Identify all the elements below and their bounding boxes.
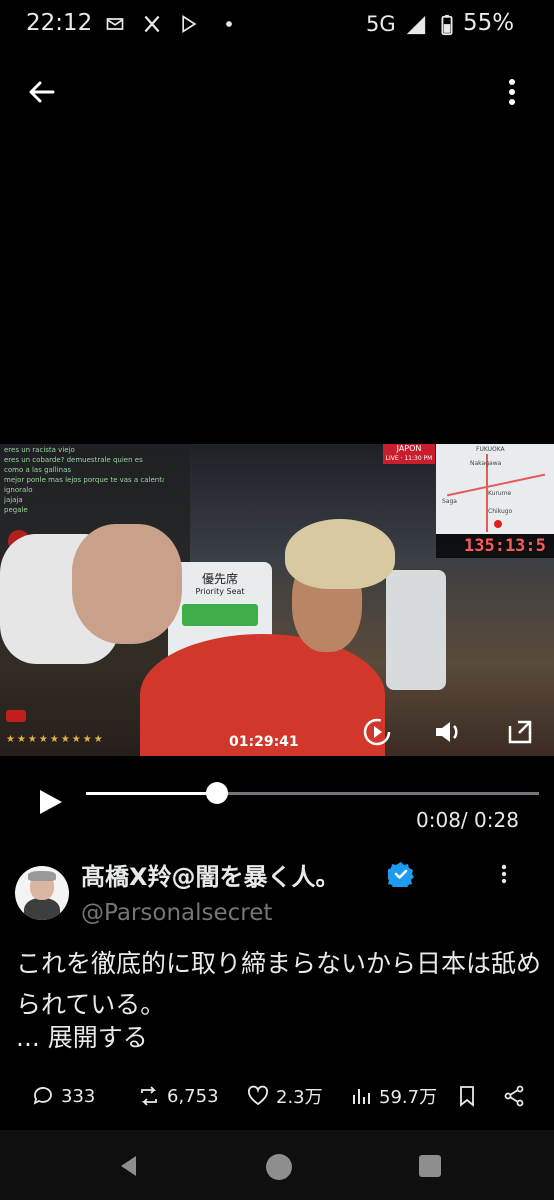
- play-store-icon: [178, 14, 200, 36]
- repost-button[interactable]: 6,753: [137, 1080, 219, 1112]
- chat-line: jajaja: [4, 496, 23, 504]
- arrow-left-icon: [29, 81, 55, 103]
- status-bar: 22:12 5G 55%: [0, 0, 554, 50]
- raised-hand: [72, 524, 182, 644]
- video-player[interactable]: eres un racista viejo eres un cobarde? d…: [0, 444, 554, 756]
- more-vertical-icon: [509, 79, 515, 105]
- volume-button[interactable]: [432, 716, 464, 748]
- nav-recents-button[interactable]: [419, 1155, 441, 1177]
- network-type: 5G: [366, 12, 396, 36]
- progress-thumb[interactable]: [206, 782, 229, 804]
- views-button[interactable]: 59.7万: [349, 1080, 437, 1112]
- mail-icon: [104, 14, 126, 36]
- reply-button[interactable]: 333: [31, 1080, 95, 1112]
- nav-back-button[interactable]: [116, 1153, 142, 1179]
- back-button[interactable]: [22, 72, 62, 112]
- views-icon: [353, 1089, 370, 1104]
- share-button[interactable]: [502, 1080, 526, 1112]
- seat-back: [386, 570, 446, 690]
- expand-link[interactable]: ... 展開する: [16, 1018, 148, 1054]
- dot-icon: [218, 14, 240, 36]
- chat-line: mejor ponle mas lejos porque te vas a ca…: [4, 476, 164, 484]
- battery-percent: 55%: [463, 10, 515, 36]
- seat-sign-ja: 優先席: [201, 572, 238, 586]
- x-icon: [141, 14, 163, 36]
- play-button[interactable]: [34, 786, 66, 818]
- signal-icon: [405, 14, 427, 36]
- replay-icon: [363, 718, 391, 746]
- reply-count: 333: [61, 1085, 96, 1107]
- nav-back-icon: [121, 1156, 136, 1176]
- bookmark-button[interactable]: [455, 1080, 479, 1112]
- location-badge: JAPON LIVE · 11:30 PM: [383, 444, 435, 464]
- chat-line: pegale: [4, 506, 28, 514]
- playback-time: 0:08/ 0:28: [416, 808, 519, 832]
- author-display-name[interactable]: 髙橋X羚@闇を暴く人。: [81, 857, 340, 892]
- repost-count: 6,753: [167, 1085, 219, 1107]
- like-button[interactable]: 2.3万: [246, 1080, 323, 1112]
- tweet-text: これを徹底的に取り締まらないから日本は舐められている。: [16, 949, 542, 1019]
- stream-clock: 135:13:5: [464, 536, 546, 556]
- picture-in-picture-icon: [508, 720, 532, 744]
- play-icon: [40, 790, 62, 814]
- seat-sign-en: Priority Seat: [195, 587, 245, 596]
- battery-icon: [436, 14, 458, 36]
- chat-line: eres un racista viejo: [4, 446, 75, 454]
- volume-icon: [436, 722, 458, 742]
- chat-line: ignoralo: [4, 486, 33, 494]
- repost-icon: [141, 1086, 157, 1106]
- status-time: 22:12: [26, 10, 93, 36]
- like-count: 2.3万: [276, 1087, 323, 1108]
- reply-icon: [33, 1087, 52, 1105]
- bookmark-icon: [460, 1086, 474, 1107]
- verified-badge-icon: [386, 861, 414, 891]
- map-overlay: FUKUOKA Nakagawa Saga Kurume Chikugo: [436, 444, 554, 534]
- chat-line: eres un cobarde? demuestrale quien es: [4, 456, 143, 464]
- fullscreen-button[interactable]: [504, 716, 536, 748]
- stream-timestamp: 01:29:41: [229, 734, 299, 750]
- avatar[interactable]: [15, 866, 69, 920]
- view-count: 59.7万: [379, 1087, 438, 1108]
- nav-home-button[interactable]: [266, 1154, 292, 1180]
- share-icon: [504, 1085, 524, 1107]
- tweet-more-button[interactable]: [496, 862, 512, 886]
- more-vertical-icon: [501, 864, 507, 884]
- author-handle[interactable]: @Parsonalsecret: [81, 900, 272, 926]
- replay-button[interactable]: [361, 716, 393, 748]
- heart-icon: [247, 1085, 269, 1106]
- lips-icon: [6, 710, 26, 722]
- straw-hat: [285, 519, 395, 589]
- more-options-button[interactable]: [494, 72, 530, 112]
- progress-fill: [86, 792, 218, 795]
- chat-line: como a las gallinas: [4, 466, 72, 474]
